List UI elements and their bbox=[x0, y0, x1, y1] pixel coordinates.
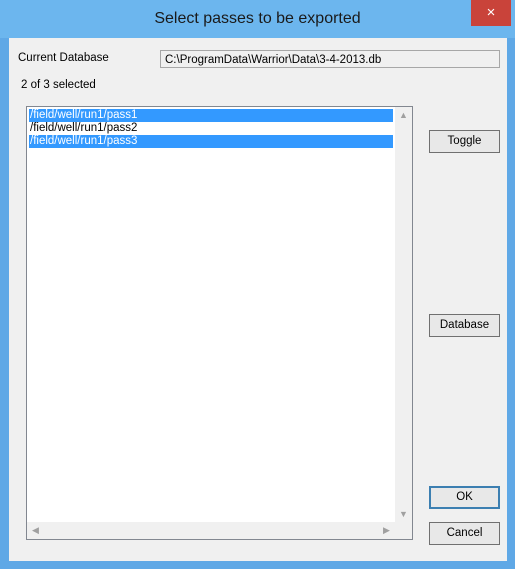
list-item[interactable]: /field/well/run1/pass2 bbox=[29, 122, 393, 135]
database-path-field: C:\ProgramData\Warrior\Data\3-4-2013.db bbox=[160, 50, 500, 68]
list-item[interactable]: /field/well/run1/pass3 bbox=[29, 135, 393, 148]
cancel-button[interactable]: Cancel bbox=[429, 522, 500, 545]
horizontal-scrollbar[interactable]: ◀ ▶ bbox=[27, 522, 395, 539]
dialog-body: Current Database C:\ProgramData\Warrior\… bbox=[9, 38, 507, 561]
passes-listbox[interactable]: /field/well/run1/pass1 /field/well/run1/… bbox=[26, 106, 413, 540]
current-database-label: Current Database bbox=[18, 52, 109, 64]
dialog-title: Select passes to be exported bbox=[154, 10, 361, 27]
scroll-up-icon[interactable]: ▲ bbox=[395, 110, 412, 120]
ok-button[interactable]: OK bbox=[429, 486, 500, 509]
selection-count: 2 of 3 selected bbox=[21, 79, 96, 91]
scroll-right-icon[interactable]: ▶ bbox=[378, 525, 395, 536]
dialog-window: Select passes to be exported × Current D… bbox=[0, 0, 515, 569]
scroll-left-icon[interactable]: ◀ bbox=[27, 525, 44, 536]
title-bar[interactable]: Select passes to be exported × bbox=[0, 0, 515, 38]
scroll-down-icon[interactable]: ▼ bbox=[395, 509, 412, 519]
list-item[interactable]: /field/well/run1/pass1 bbox=[29, 109, 393, 122]
scrollbar-corner bbox=[395, 522, 412, 539]
toggle-button[interactable]: Toggle bbox=[429, 130, 500, 153]
database-button[interactable]: Database bbox=[429, 314, 500, 337]
close-icon: × bbox=[486, 4, 496, 21]
close-button[interactable]: × bbox=[471, 0, 511, 26]
vertical-scrollbar[interactable]: ▲ ▼ bbox=[395, 107, 412, 522]
